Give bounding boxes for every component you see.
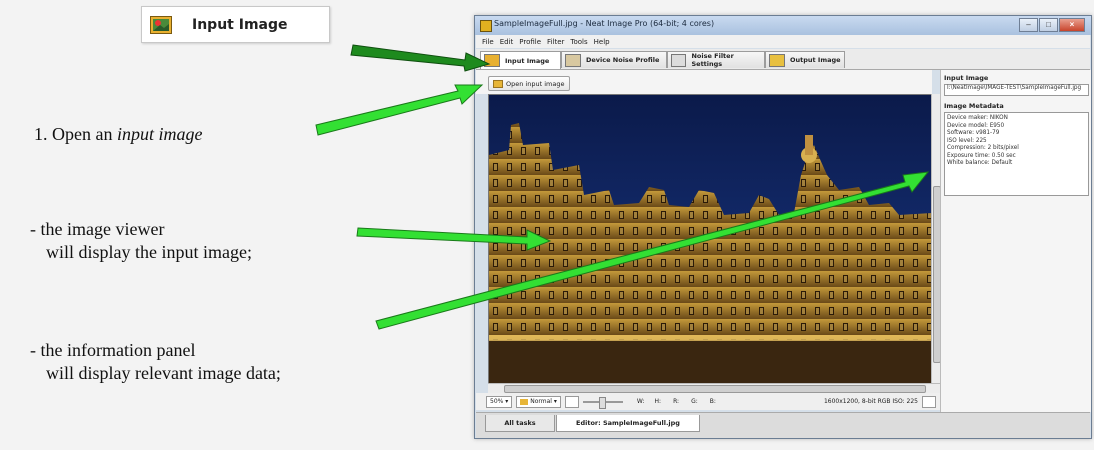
arrow-to-open-button-icon [315, 84, 484, 136]
arrow-to-panel-icon [375, 171, 930, 330]
arrow-to-viewer-icon [356, 227, 552, 251]
annotation-arrows [315, 44, 930, 330]
arrow-to-input-tab-icon [350, 44, 491, 72]
